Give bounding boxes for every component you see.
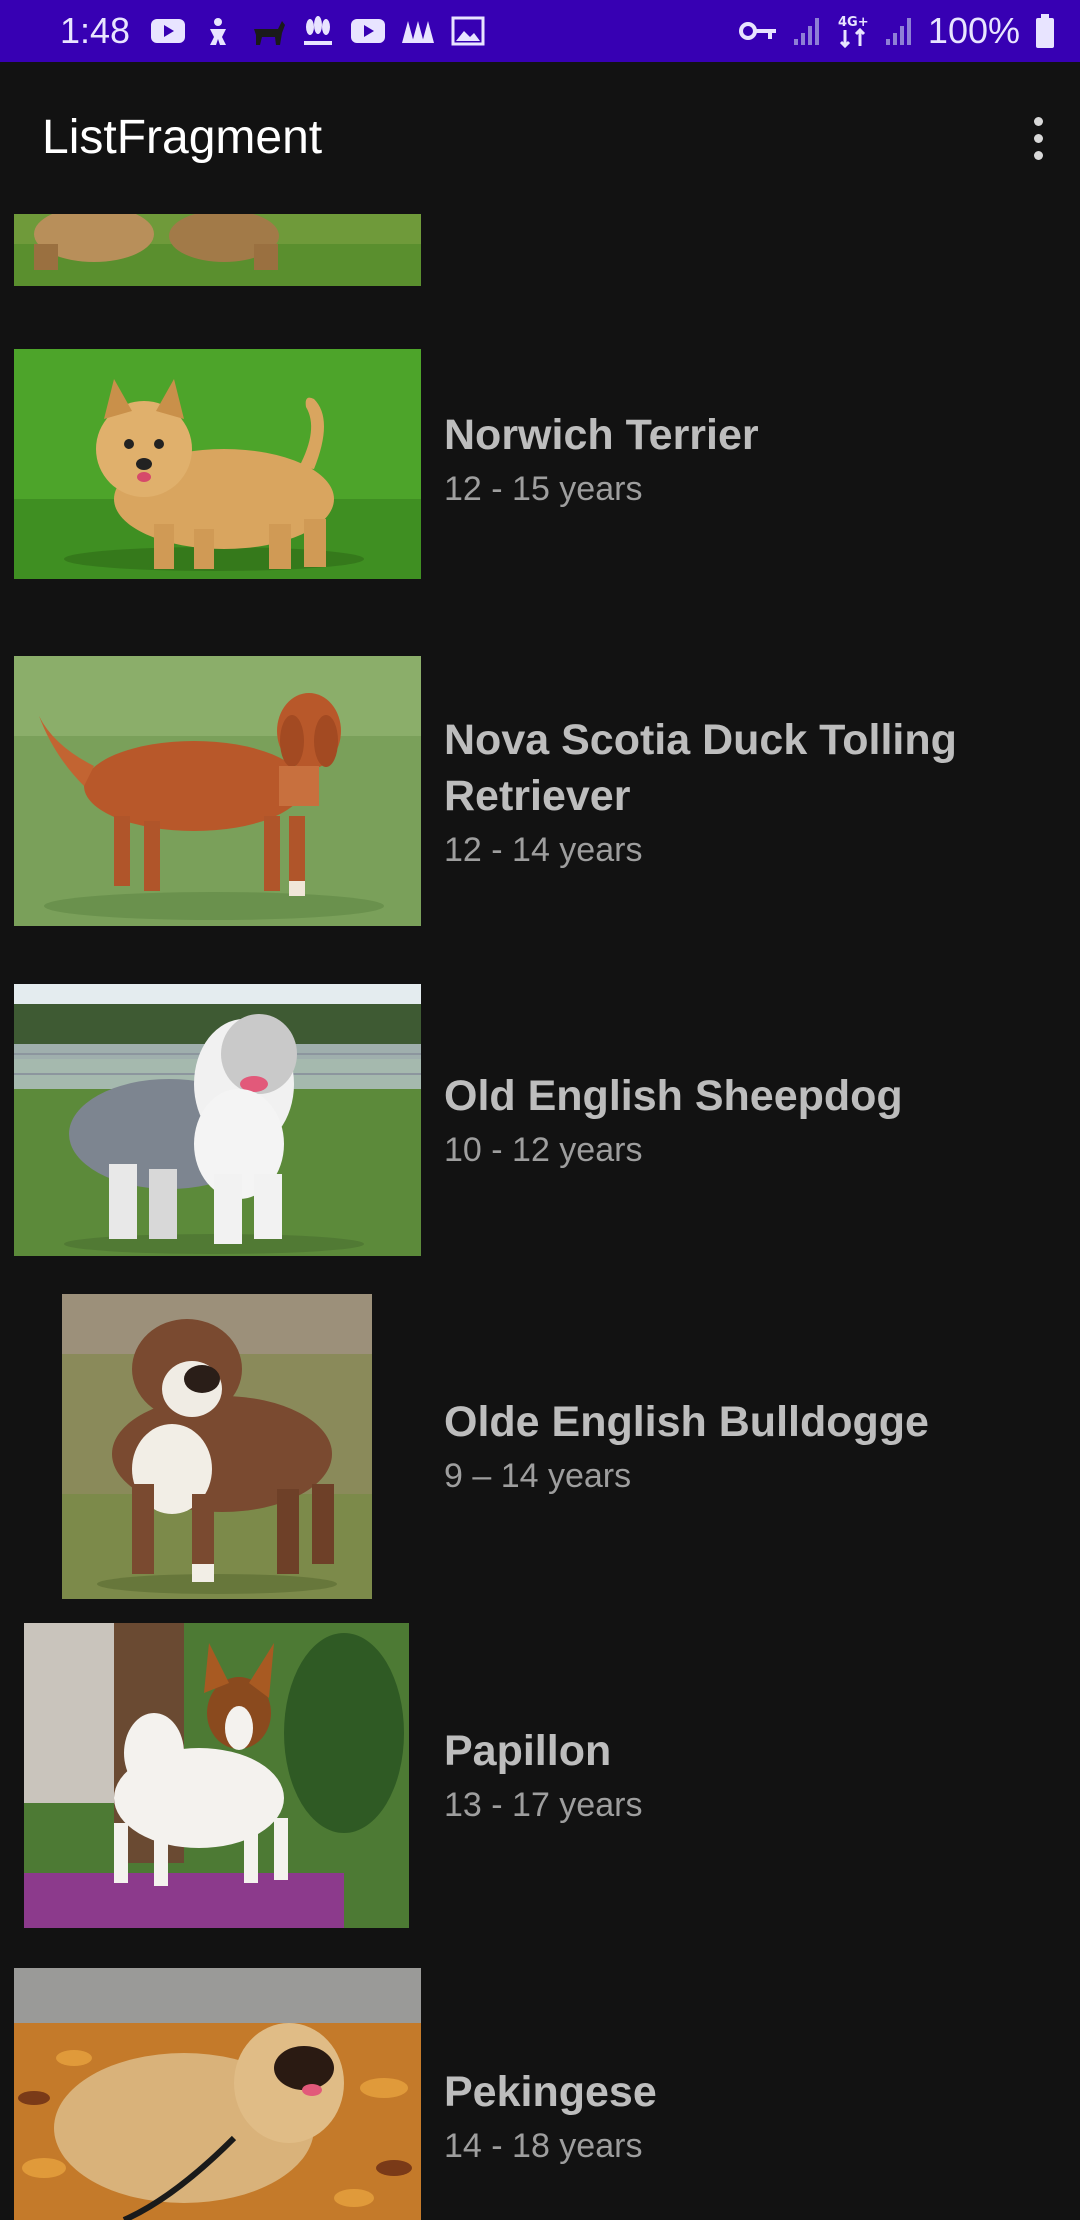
- battery-percent: 100%: [927, 10, 1020, 51]
- overflow-menu-dot: [1033, 150, 1043, 160]
- list-item[interactable]: Pekingese 14 - 18 years: [0, 1968, 1080, 2220]
- breed-info: Pekingese 14 - 18 years: [444, 2064, 657, 2168]
- breed-lifespan: 9 – 14 years: [444, 1457, 632, 1495]
- breed-info: Olde English Bulldogge 9 – 14 years: [444, 1394, 929, 1498]
- dog-image: [24, 1623, 409, 1928]
- list-item[interactable]: Old English Sheepdog 10 - 12 years: [0, 984, 1080, 1256]
- youtube-icon: [150, 15, 186, 47]
- breed-lifespan: 10 - 12 years: [444, 1131, 643, 1169]
- status-bar: 1:48 4G+ 100%: [0, 0, 1080, 62]
- dog-image: [14, 656, 421, 926]
- list-item[interactable]: [0, 214, 1080, 286]
- overflow-menu-button[interactable]: [1018, 106, 1058, 170]
- app-icon: [400, 15, 436, 47]
- breed-info: Norwich Terrier 12 - 15 years: [444, 407, 759, 511]
- 4g-data-icon: 4G+: [836, 13, 870, 49]
- breed-lifespan: 13 - 17 years: [444, 1786, 643, 1824]
- breed-name: Pekingese: [444, 2068, 657, 2116]
- breed-info: Nova Scotia Duck Tolling Retriever 12 - …: [444, 712, 1044, 872]
- dog-image: [62, 1294, 372, 1599]
- list-item[interactable]: Olde English Bulldogge 9 – 14 years: [0, 1294, 1080, 1599]
- system-icons: 4G+ 100%: [738, 8, 1056, 54]
- overflow-menu-icon: [1033, 116, 1043, 126]
- list-item[interactable]: Papillon 13 - 17 years: [0, 1623, 1080, 1928]
- breed-lifespan: 14 - 18 years: [444, 2127, 643, 2165]
- breed-name: Old English Sheepdog: [444, 1072, 903, 1120]
- dog-image: [14, 984, 421, 1256]
- dog-image: [14, 214, 421, 286]
- app-bar: ListFragment: [0, 62, 1080, 214]
- notification-icons: [150, 12, 486, 50]
- overflow-menu-dot: [1033, 133, 1043, 143]
- image-icon: [450, 15, 486, 47]
- breed-list[interactable]: Norwich Terrier 12 - 15 years Nova Scoti…: [0, 214, 1080, 2220]
- page-title: ListFragment: [42, 111, 323, 164]
- list-item[interactable]: Norwich Terrier 12 - 15 years: [0, 349, 1080, 579]
- breed-lifespan: 12 - 15 years: [444, 470, 643, 508]
- breed-lifespan: 12 - 14 years: [444, 831, 643, 869]
- dog-icon: [250, 15, 286, 47]
- vpn-key-icon: [738, 16, 778, 46]
- breed-info: Old English Sheepdog 10 - 12 years: [444, 1068, 903, 1172]
- breed-name: Nova Scotia Duck Tolling Retriever: [444, 716, 957, 820]
- breed-name: Olde English Bulldogge: [444, 1398, 929, 1446]
- status-time: 1:48: [60, 10, 131, 51]
- youtube-icon: [350, 15, 386, 47]
- breed-info: Papillon 13 - 17 years: [444, 1723, 642, 1827]
- nbc-news-icon: [300, 15, 336, 47]
- svg-text:4G+: 4G+: [838, 15, 869, 30]
- dog-image: [14, 1968, 421, 2220]
- breed-name: Papillon: [444, 1727, 612, 1775]
- battery-icon: [1034, 13, 1056, 49]
- signal-icon: [792, 15, 822, 47]
- dog-image: [14, 349, 421, 579]
- list-item[interactable]: Nova Scotia Duck Tolling Retriever 12 - …: [0, 656, 1080, 926]
- breed-name: Norwich Terrier: [444, 411, 759, 459]
- signal-icon: [884, 15, 914, 47]
- fitness-icon: [200, 15, 236, 47]
